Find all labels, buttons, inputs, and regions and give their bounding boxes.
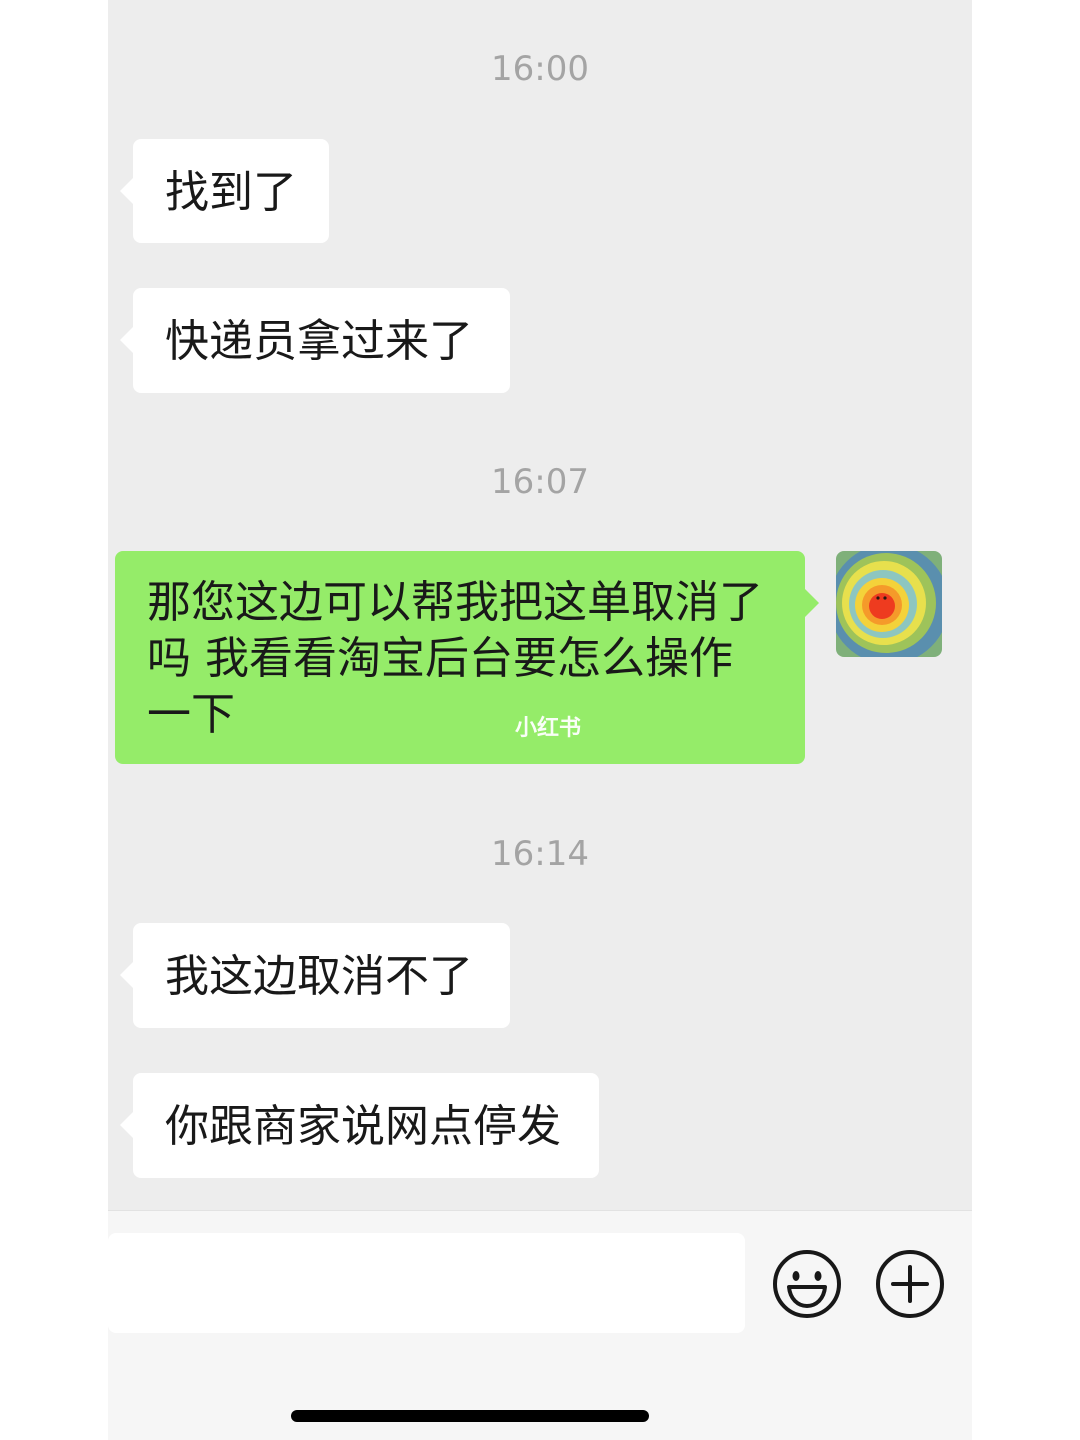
message-input[interactable] — [108, 1233, 745, 1333]
message-bubble-received[interactable]: 找到了 — [120, 139, 329, 243]
xiaohongshu-watermark: 小红书 — [515, 716, 582, 741]
message-bubble-received[interactable]: 我这边取消不了 — [120, 923, 510, 1028]
message-bubble-received[interactable]: 你跟商家说网点停发 — [120, 1073, 599, 1178]
home-indicator[interactable] — [291, 1410, 649, 1422]
timestamp: 16:14 — [491, 834, 589, 874]
emoji-button[interactable] — [772, 1249, 842, 1319]
chat-screen: 16:00 找到了 快递员拿过来了 16:07 那您这边可以帮我把这单取消了吗 … — [108, 0, 972, 1440]
avatar[interactable] — [836, 551, 942, 657]
timestamp: 16:00 — [491, 49, 589, 89]
input-bar — [108, 1210, 972, 1440]
more-button[interactable] — [875, 1249, 945, 1319]
message-text: 那您这边可以帮我把这单取消了吗 我看看淘宝后台要怎么操作一下 — [147, 577, 763, 740]
message-bubble-received[interactable]: 快递员拿过来了 — [120, 288, 510, 393]
avatar-image — [836, 551, 942, 657]
message-bubble-sent[interactable]: 那您这边可以帮我把这单取消了吗 我看看淘宝后台要怎么操作一下 小红书 — [115, 551, 819, 764]
timestamp: 16:07 — [491, 462, 589, 502]
plus-circle-icon — [876, 1250, 944, 1318]
smiley-face-icon — [773, 1250, 841, 1318]
